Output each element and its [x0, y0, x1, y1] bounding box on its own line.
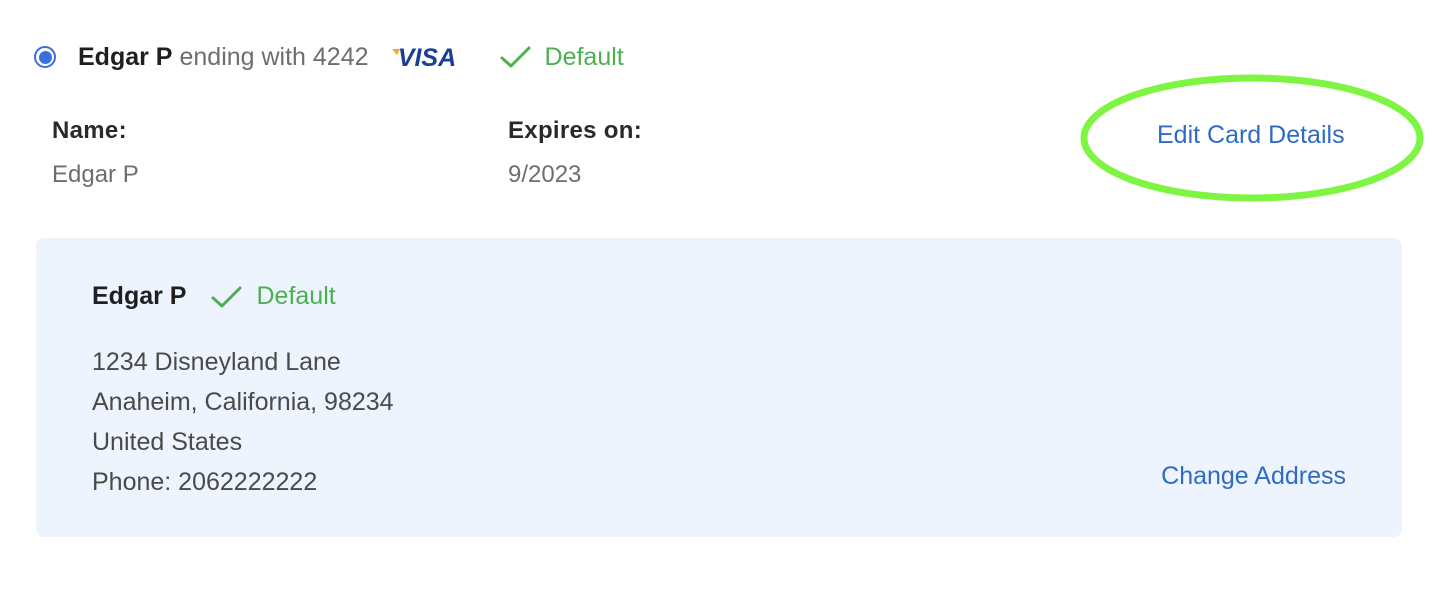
card-radio-button[interactable]	[34, 46, 56, 68]
address-header: Edgar P Default	[92, 282, 336, 311]
edit-card-highlight: Edit Card Details	[1080, 72, 1425, 204]
name-label: Name:	[52, 117, 127, 144]
address-line-1: 1234 Disneyland Lane	[92, 348, 341, 376]
card-header: Edgar P ending with 4242 VISA Default	[34, 32, 624, 82]
edit-card-details-link[interactable]: Edit Card Details	[1157, 121, 1345, 150]
radio-selected-icon	[38, 50, 52, 64]
card-default-label: Default	[544, 42, 624, 71]
address-line-3: United States	[92, 428, 243, 456]
card-name-section: Name: Edgar P	[52, 117, 139, 189]
address-name: Edgar P	[92, 282, 187, 310]
address-line-2: Anaheim, California, 98234	[92, 388, 394, 416]
card-ending-text: ending with 4242	[179, 42, 369, 71]
visa-logo-icon: VISA	[391, 44, 463, 70]
payment-method-page: Edgar P ending with 4242 VISA Default Na…	[0, 0, 1432, 604]
card-holder-name: Edgar P	[78, 42, 173, 71]
card-expiry-section: Expires on: 9/2023	[508, 117, 642, 189]
expires-label: Expires on:	[508, 117, 642, 144]
address-phone: Phone: 2062222222	[92, 468, 318, 496]
visa-brand-text: VISA	[397, 44, 455, 70]
change-address-link[interactable]: Change Address	[1161, 462, 1346, 491]
name-value: Edgar P	[52, 161, 139, 188]
expires-value: 9/2023	[508, 161, 582, 188]
check-icon	[210, 284, 244, 310]
address-lines: 1234 Disneyland Lane Anaheim, California…	[92, 342, 394, 502]
billing-address-box: Edgar P Default 1234 Disneyland Lane Ana…	[36, 238, 1402, 537]
address-default-label: Default	[256, 282, 336, 310]
check-icon	[499, 44, 533, 70]
